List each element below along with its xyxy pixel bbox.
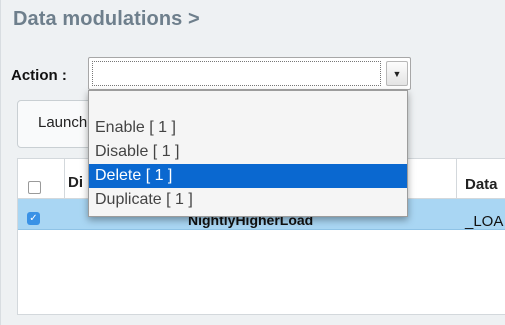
action-select-value[interactable]	[92, 61, 381, 86]
column-header-data[interactable]: Data	[465, 176, 498, 193]
dropdown-arrow-icon[interactable]: ▼	[386, 61, 408, 86]
column-header-name[interactable]: Di	[68, 174, 83, 191]
row-checkbox-checked-icon[interactable]: ✓	[27, 212, 40, 225]
option-delete[interactable]: Delete [ 1 ]	[89, 164, 407, 188]
select-all-checkbox[interactable]	[28, 181, 41, 194]
action-label: Action :	[11, 67, 67, 84]
option-disable[interactable]: Disable [ 1 ]	[89, 140, 407, 164]
row-data: _LOA	[465, 213, 504, 230]
content-panel: Data modulations > Action : ▼ Launch Di …	[0, 0, 505, 325]
action-select[interactable]: ▼	[88, 57, 411, 90]
option-enable[interactable]: Enable [ 1 ]	[89, 116, 407, 140]
page-title[interactable]: Data modulations >	[13, 8, 200, 31]
option-duplicate[interactable]: Duplicate [ 1 ]	[89, 188, 407, 212]
action-dropdown-menu: Enable [ 1 ] Disable [ 1 ] Delete [ 1 ] …	[88, 90, 408, 217]
